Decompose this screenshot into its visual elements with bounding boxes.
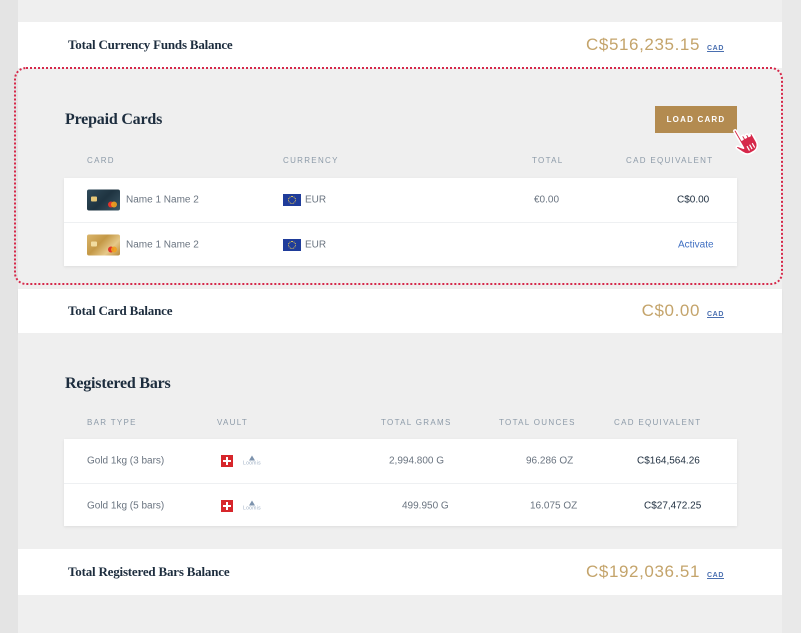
bars-balance-total-amount: C$192,036.51 (586, 562, 701, 581)
registered-bars-title: Registered Bars (65, 375, 171, 392)
registered-bars-table: Gold 1kg (3 bars) Loomis 2,994.800 G 96.… (64, 439, 737, 526)
col-vault: VAULT (217, 418, 249, 427)
bar-cad-equivalent: C$164,564.26 (637, 455, 700, 467)
card-balance-total-label: Total Card Balance (68, 303, 173, 318)
col-bars-cad-equivalent: CAD EQUIVALENT (614, 418, 702, 427)
top-strip (18, 0, 782, 22)
col-total-ounces: TOTAL OUNCES (499, 418, 576, 427)
table-row[interactable]: Name 1 Name 2 EUR Activate (64, 222, 737, 266)
bar-type: Gold 1kg (5 bars) (87, 500, 165, 511)
table-row[interactable]: Gold 1kg (5 bars) Loomis 499.950 G 16.07… (64, 483, 737, 527)
right-rail (782, 0, 801, 633)
pointer-hand-icon (733, 129, 759, 155)
card-cad-equivalent: C$0.00 (677, 194, 710, 206)
table-row[interactable]: Gold 1kg (3 bars) Loomis 2,994.800 G 96.… (64, 439, 737, 483)
bars-balance-total-row: Total Registered Bars Balance C$192,036.… (18, 549, 782, 595)
left-rail (0, 0, 18, 633)
col-cad-equivalent: CAD EQUIVALENT (626, 156, 714, 165)
bottom-strip (18, 595, 782, 633)
card-balance-currency-link[interactable]: CAD (707, 311, 724, 318)
bar-total-grams: 499.950 G (402, 500, 449, 511)
prepaid-cards-title: Prepaid Cards (65, 111, 163, 128)
load-card-button[interactable]: LOAD CARD (655, 106, 737, 133)
bar-total-grams: 2,994.800 G (389, 455, 445, 467)
card-holder-name: Name 1 Name 2 (126, 194, 199, 206)
card-balance-total-row: Total Card Balance C$0.00 CAD (18, 289, 782, 333)
table-row[interactable]: Name 1 Name 2 EUR €0.00 C$0.00 (64, 178, 737, 222)
gold-card-icon (87, 234, 120, 255)
activate-link[interactable]: Activate (678, 239, 714, 250)
col-currency: CURRENCY (283, 156, 339, 165)
col-total-grams: TOTAL GRAMS (381, 418, 452, 427)
bars-balance-total-label: Total Registered Bars Balance (68, 564, 230, 579)
bars-balance-total-value: C$192,036.51 CAD (586, 562, 724, 582)
currency-funds-total-row: Total Currency Funds Balance C$516,235.1… (18, 22, 782, 68)
card-currency: EUR (305, 239, 327, 250)
card-holder-name: Name 1 Name 2 (126, 239, 199, 250)
currency-funds-total-amount: C$516,235.15 (586, 35, 701, 54)
dark-card-icon (87, 189, 120, 211)
card-total: €0.00 (534, 194, 560, 206)
bar-total-ounces: 96.286 OZ (526, 455, 574, 467)
loomis-logo: Loomis (243, 500, 261, 511)
loomis-logo: Loomis (243, 455, 261, 467)
eu-flag-icon (283, 194, 301, 206)
bar-type: Gold 1kg (3 bars) (87, 455, 165, 467)
bar-cad-equivalent: C$27,472.25 (644, 500, 702, 511)
currency-funds-currency-link[interactable]: CAD (707, 45, 724, 52)
currency-funds-total-value: C$516,235.15 CAD (586, 35, 724, 55)
card-balance-total-amount: C$0.00 (641, 301, 701, 320)
col-total: TOTAL (532, 156, 564, 165)
col-bar-type: BAR TYPE (87, 418, 137, 427)
col-card: CARD (87, 156, 115, 165)
swiss-flag-icon (221, 499, 233, 512)
currency-funds-total-label: Total Currency Funds Balance (68, 37, 233, 52)
card-currency: EUR (305, 194, 327, 206)
card-balance-total-value: C$0.00 CAD (642, 301, 724, 321)
eu-flag-icon (283, 238, 301, 251)
bar-total-ounces: 16.075 OZ (530, 500, 578, 511)
swiss-flag-icon (221, 455, 233, 467)
prepaid-cards-table: Name 1 Name 2 EUR €0.00 C$0.00 Name 1 Na… (64, 178, 737, 266)
bars-balance-currency-link[interactable]: CAD (707, 572, 724, 579)
